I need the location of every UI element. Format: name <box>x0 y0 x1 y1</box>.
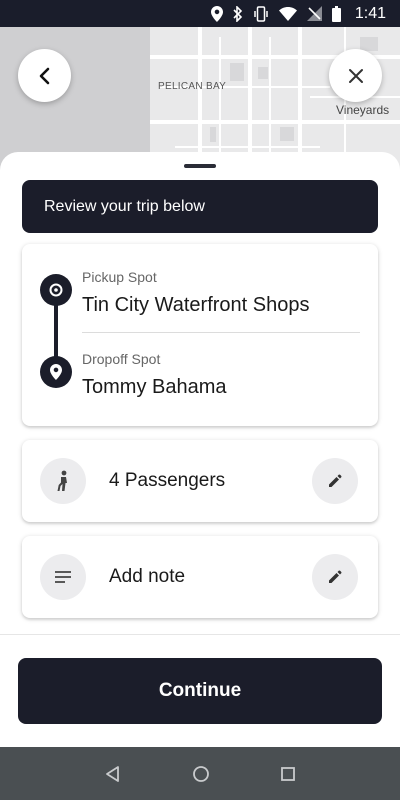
dropoff-pin-icon <box>40 356 72 388</box>
pickup-marker-icon <box>40 274 72 306</box>
battery-icon <box>331 5 341 22</box>
no-signal-icon <box>306 6 322 21</box>
pencil-icon <box>329 474 342 487</box>
edit-note-button[interactable] <box>312 554 358 600</box>
bluetooth-icon <box>233 5 242 22</box>
review-banner-text: Review your trip below <box>44 197 205 215</box>
location-icon <box>210 5 223 22</box>
pencil-icon <box>329 570 342 583</box>
status-time: 1:41 <box>354 4 386 22</box>
back-arrow-icon <box>39 67 49 84</box>
pickup-label: Pickup Spot <box>82 269 157 285</box>
dropoff-value[interactable]: Tommy Bahama <box>82 376 227 399</box>
continue-button[interactable]: Continue <box>18 658 382 724</box>
nav-home-icon[interactable] <box>192 765 210 783</box>
back-button[interactable] <box>18 49 71 102</box>
sheet-drag-handle[interactable] <box>184 164 216 168</box>
edit-passengers-button[interactable] <box>312 458 358 504</box>
dropoff-label: Dropoff Spot <box>82 351 161 367</box>
system-nav-bar <box>0 747 400 800</box>
notes-icon <box>40 554 86 600</box>
nav-back-icon[interactable] <box>104 765 122 783</box>
passengers-text: 4 Passengers <box>109 470 226 491</box>
add-note-text: Add note <box>109 566 186 587</box>
footer-divider <box>0 634 400 635</box>
continue-label: Continue <box>158 680 242 701</box>
note-card[interactable]: Add note <box>22 536 378 618</box>
map-label-vineyards: Vineyards <box>336 103 390 117</box>
passengers-card[interactable]: 4 Passengers <box>22 440 378 522</box>
route-divider <box>82 332 360 333</box>
trip-route-card: Pickup Spot Tin City Waterfront Shops Dr… <box>22 244 378 426</box>
pickup-value[interactable]: Tin City Waterfront Shops <box>82 294 309 317</box>
wifi-icon <box>278 6 297 21</box>
close-button[interactable] <box>329 49 382 102</box>
vibrate-icon <box>254 5 268 22</box>
map-label-pelican-bay: PELICAN BAY <box>158 81 227 92</box>
person-icon <box>40 458 86 504</box>
review-banner: Review your trip below <box>22 180 378 233</box>
trip-review-sheet: Review your trip below Pickup Spot Tin C… <box>0 152 400 747</box>
nav-recents-icon[interactable] <box>280 766 296 782</box>
close-icon <box>348 68 363 83</box>
status-bar: 1:41 <box>0 0 400 27</box>
